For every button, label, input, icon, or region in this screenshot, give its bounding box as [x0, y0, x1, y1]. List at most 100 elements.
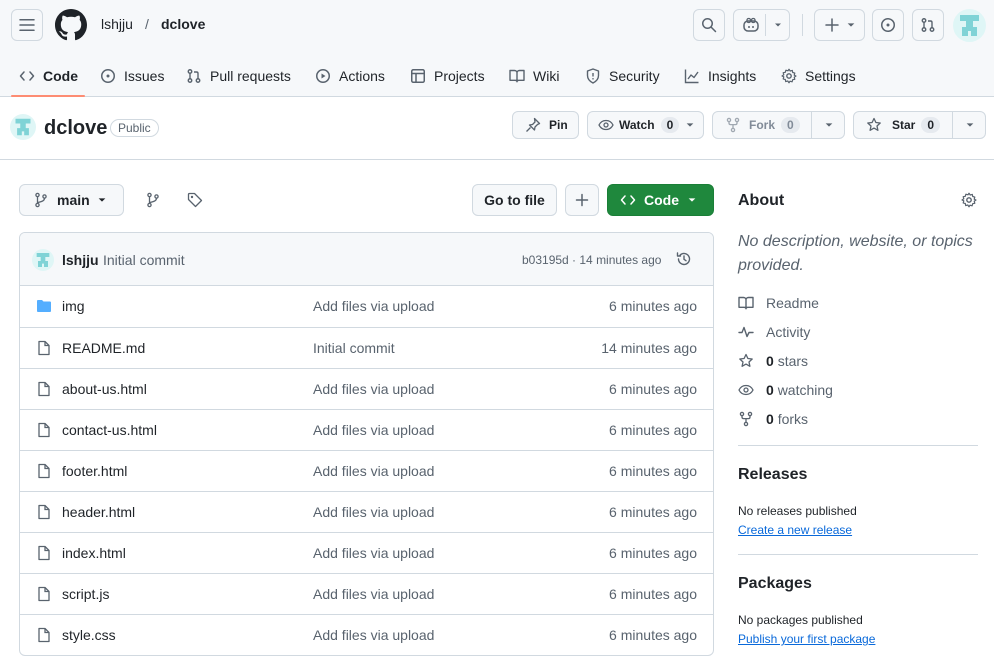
file-name[interactable]: contact-us.html — [62, 422, 157, 438]
graph-icon — [684, 69, 699, 84]
fork-label: Fork — [749, 118, 776, 132]
file-age: 6 minutes ago — [609, 627, 697, 643]
fork-icon — [739, 411, 753, 427]
tab-actions[interactable]: Actions — [315, 56, 385, 96]
file-commit-message[interactable]: Add files via upload — [313, 586, 434, 602]
github-logo-icon[interactable] — [55, 9, 87, 41]
create-new-button[interactable] — [814, 9, 865, 41]
file-age: 6 minutes ago — [609, 381, 697, 397]
file-name[interactable]: style.css — [62, 627, 116, 643]
pull-requests-button[interactable] — [912, 9, 944, 41]
file-age: 6 minutes ago — [609, 422, 697, 438]
book-icon — [509, 69, 525, 83]
forks-link[interactable]: 0 forks — [738, 411, 808, 427]
commit-hash-time[interactable]: b03195d · 14 minutes ago — [522, 253, 661, 267]
search-button[interactable] — [693, 9, 725, 41]
search-icon — [702, 18, 717, 33]
file-commit-message[interactable]: Add files via upload — [313, 627, 434, 643]
file-commit-message[interactable]: Add files via upload — [313, 298, 434, 314]
avatar[interactable] — [32, 249, 54, 271]
copilot-button[interactable] — [733, 9, 790, 41]
pulse-icon — [738, 326, 754, 338]
file-name[interactable]: about-us.html — [62, 381, 147, 397]
plus-icon — [824, 18, 839, 32]
fork-button[interactable]: Fork 0 — [712, 111, 845, 139]
commit-message[interactable]: Initial commit — [103, 252, 185, 268]
file-name[interactable]: footer.html — [62, 463, 127, 479]
branch-label: main — [57, 192, 90, 208]
visibility-badge: Public — [110, 119, 159, 137]
file-row[interactable]: style.css Add files via upload 6 minutes… — [20, 614, 713, 655]
file-name[interactable]: header.html — [62, 504, 135, 520]
publish-package-link[interactable]: Publish your first package — [738, 632, 875, 646]
create-release-link[interactable]: Create a new release — [738, 523, 852, 537]
tab-wiki[interactable]: Wiki — [509, 56, 559, 96]
tab-pull-requests[interactable]: Pull requests — [186, 56, 291, 96]
play-icon — [316, 69, 330, 83]
file-row[interactable]: header.html Add files via upload 6 minut… — [20, 491, 713, 532]
releases-heading[interactable]: Releases — [738, 466, 807, 484]
avatar[interactable] — [953, 9, 986, 42]
breadcrumb-owner[interactable]: lshjju — [101, 16, 133, 32]
tab-label: Insights — [708, 68, 757, 84]
history-icon[interactable] — [676, 251, 692, 267]
stars-link[interactable]: 0 stars — [738, 353, 808, 369]
fork-count: 0 — [781, 117, 800, 133]
file-row[interactable]: img Add files via upload 6 minutes ago — [20, 286, 713, 327]
file-row[interactable]: index.html Add files via upload 6 minute… — [20, 532, 713, 573]
tab-settings[interactable]: Settings — [781, 56, 856, 96]
file-commit-message[interactable]: Add files via upload — [313, 381, 434, 397]
file-name[interactable]: index.html — [62, 545, 126, 561]
tab-security[interactable]: Security — [585, 56, 660, 96]
breadcrumb-repo[interactable]: dclove — [161, 16, 205, 32]
file-commit-message[interactable]: Initial commit — [313, 340, 395, 356]
file-row[interactable]: contact-us.html Add files via upload 6 m… — [20, 409, 713, 450]
file-table: lshjju Initial commit b03195d · 14 minut… — [19, 232, 714, 656]
go-to-file-label: Go to file — [484, 192, 545, 208]
repo-title[interactable]: dclove — [44, 117, 107, 140]
menu-button[interactable] — [11, 9, 43, 41]
readme-label: Readme — [766, 295, 819, 311]
file-commit-message[interactable]: Add files via upload — [313, 545, 434, 561]
tab-issues[interactable]: Issues — [100, 56, 164, 96]
issues-button[interactable] — [872, 9, 904, 41]
file-row[interactable]: about-us.html Add files via upload 6 min… — [20, 368, 713, 409]
about-settings-icon[interactable] — [961, 192, 977, 208]
pin-button[interactable]: Pin — [512, 111, 579, 139]
star-count: 0 — [921, 117, 941, 133]
file-name[interactable]: README.md — [62, 340, 145, 356]
file-row[interactable]: script.js Add files via upload 6 minutes… — [20, 573, 713, 614]
code-button[interactable]: Code — [607, 184, 714, 216]
global-header: lshjju / dclove Code Issues Pull request… — [0, 0, 994, 97]
file-row[interactable]: README.md Initial commit 14 minutes ago — [20, 327, 713, 368]
star-button[interactable]: Star 0 — [853, 111, 986, 139]
tab-code[interactable]: Code — [11, 56, 85, 97]
go-to-file-button[interactable]: Go to file — [472, 184, 557, 216]
copilot-icon — [743, 17, 759, 32]
file-age: 14 minutes ago — [601, 340, 697, 356]
file-name[interactable]: script.js — [62, 586, 109, 602]
commit-author[interactable]: lshjju — [62, 252, 99, 268]
branches-icon[interactable] — [145, 192, 161, 208]
file-name[interactable]: img — [62, 298, 85, 314]
tag-icon[interactable] — [187, 192, 203, 208]
packages-heading[interactable]: Packages — [738, 575, 812, 593]
add-file-button[interactable] — [565, 184, 599, 216]
file-row[interactable]: footer.html Add files via upload 6 minut… — [20, 450, 713, 491]
branch-selector[interactable]: main — [19, 184, 124, 216]
activity-link[interactable]: Activity — [738, 324, 810, 340]
file-commit-message[interactable]: Add files via upload — [313, 504, 434, 520]
divider — [738, 445, 978, 446]
stars-count: 0 — [766, 353, 774, 369]
star-icon — [867, 117, 881, 131]
watch-button[interactable]: Watch 0 — [587, 111, 704, 139]
tab-label: Actions — [339, 68, 385, 84]
file-commit-message[interactable]: Add files via upload — [313, 463, 434, 479]
code-button-label: Code — [644, 192, 679, 208]
tab-insights[interactable]: Insights — [684, 56, 756, 96]
file-commit-message[interactable]: Add files via upload — [313, 422, 434, 438]
watching-link[interactable]: 0 watching — [738, 382, 833, 398]
tab-projects[interactable]: Projects — [410, 56, 485, 96]
chevron-down-icon — [98, 198, 106, 202]
readme-link[interactable]: Readme — [738, 295, 819, 311]
